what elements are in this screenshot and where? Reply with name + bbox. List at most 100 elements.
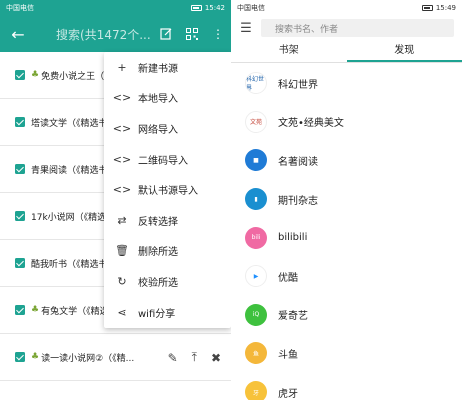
battery-icon [421,5,433,11]
source-name: 爱奇艺 [278,311,308,323]
arrow-back-icon[interactable]: ← [0,25,36,44]
clover-icon: ♣ [31,70,40,80]
source-item[interactable]: ▮ 期刊杂志 [231,180,462,219]
checkbox[interactable] [15,305,25,315]
source-name: 虎牙 [278,388,298,400]
tab-bar: 书架 发现 [231,40,462,63]
source-name: 读一读小说网②（《精... [41,353,135,364]
source-name: 科幻世界 [278,79,318,91]
code-icon: <> [112,91,132,105]
discover-screen: 中国电信 15:49 ☰ 搜索书名、作者 书架 发现 科幻世界 科幻世界 文苑 文苑•经… [231,0,462,400]
source-name: 青果阅读（《精选书 [31,165,108,176]
source-name: 免费小说之王（ [41,71,105,82]
source-logo: 文苑 [245,110,267,133]
edit-icon[interactable] [153,16,179,52]
source-name: 塔读文学（《精选书 [31,118,108,129]
source-name: 文苑•经典美文 [278,118,344,130]
source-name: 有兔文学（《精选 [41,306,109,317]
tab-1[interactable]: 发现 [346,40,462,62]
menu-item-label: wifi分享 [138,308,176,320]
status-bar: 中国电信 15:42 [0,0,231,16]
menu-item-label: 二维码导入 [138,155,188,167]
source-name: 期刊杂志 [278,195,318,207]
source-name: 17k小说网（《精选 [31,212,107,223]
checkbox[interactable] [15,70,25,80]
menu-item[interactable]: <> 本地导入 [104,83,231,114]
menu-item[interactable]: <> 二维码导入 [104,144,231,175]
more-vert-icon[interactable]: ⋮ [205,16,231,52]
carrier-label: 中国电信 [6,4,34,12]
carrier-label: 中国电信 [237,4,265,12]
share-icon: ⋖ [117,305,127,319]
source-name: 斗鱼 [278,349,298,361]
list-item[interactable]: ♣ 读一读小说网②（《精... ✎ ⤒ ✖ [0,334,231,381]
verify-icon: ↻ [117,274,127,288]
source-item[interactable]: 牙虎牙 [231,373,462,400]
swap-icon: ⇄ [117,213,127,227]
menu-item[interactable]: 🗑 删除所选 [104,236,231,267]
source-logo: ■ [245,149,267,172]
menu-item-label: 删除所选 [138,247,178,259]
tab-0[interactable]: 书架 [231,40,347,62]
delete-icon[interactable]: ✖ [211,351,221,365]
checkbox[interactable] [15,352,25,362]
source-list: 科幻世界 科幻世界 文苑 文苑•经典美文 ■ 名著阅读 ▮ 期刊杂志 bili bilibili ▶… [231,64,462,400]
menu-icon[interactable]: ☰ [231,21,261,36]
checkbox[interactable] [15,164,25,174]
menu-item-label: 新建书源 [138,63,178,75]
menu-item[interactable]: <> 默认书源导入 [104,174,231,205]
menu-item-label: 默认书源导入 [138,186,198,198]
plus-icon: + [117,60,127,74]
battery-icon [190,5,202,11]
source-item[interactable]: 科幻世界 科幻世界 [231,64,462,103]
search-input[interactable]: 搜索书名、作者 [261,19,454,37]
clock: 15:49 [435,4,456,12]
source-item[interactable]: ▶ 优酷 [231,257,462,296]
status-bar: 中国电信 15:49 [231,0,462,16]
source-logo: bili [245,226,267,249]
toolbar: ← 搜索(共1472个... ⋮ [0,16,231,52]
code-icon: <> [112,183,132,197]
menu-item-label: 网络导入 [138,124,178,136]
source-logo: 牙 [245,381,267,400]
code-icon: <> [112,152,132,166]
source-name: 名著阅读 [278,156,318,168]
source-logo: iQ [245,303,267,326]
to-top-icon[interactable]: ⤒ [192,350,197,365]
source-logo: ▶ [245,265,267,288]
edit-icon[interactable]: ✎ [168,351,178,365]
menu-item[interactable]: ↻ 校验所选 [104,266,231,297]
clover-icon: ♣ [31,352,40,362]
source-item[interactable]: iQ 爱奇艺 [231,296,462,335]
source-logo: 科幻世界 [245,72,267,95]
source-name: 优酷 [278,272,298,284]
source-item[interactable]: bili bilibili [231,218,462,257]
qr-scan-icon[interactable] [179,16,205,52]
source-logo: 鱼 [245,342,267,365]
overflow-menu: + 新建书源 <> 本地导入 <> 网络导入 <> 二维码导入 <> 默认书源导入 ⇄ 反转选择 🗑 删除… [104,52,231,328]
source-name: bilibili [278,232,308,244]
menu-item[interactable]: ⋖ wifi分享 [104,297,231,328]
source-manager-screen: 中国电信 15:42 ← 搜索(共1472个... ⋮ ♣ 免费小说之王（ 塔读文学… [0,0,231,400]
menu-item-label: 本地导入 [138,94,178,106]
source-item[interactable]: ■ 名著阅读 [231,141,462,180]
menu-item-label: 校验所选 [138,277,178,289]
checkbox[interactable] [15,258,25,268]
toolbar: ☰ 搜索书名、作者 [231,16,462,40]
checkbox[interactable] [15,211,25,221]
source-name: 酷我听书（《精选书 [31,259,108,270]
source-item[interactable]: 鱼斗鱼 [231,334,462,373]
menu-item[interactable]: + 新建书源 [104,52,231,83]
clock: 15:42 [204,4,225,12]
checkbox[interactable] [15,117,25,127]
menu-item-label: 反转选择 [138,216,178,228]
source-item[interactable]: 文苑 文苑•经典美文 [231,103,462,142]
source-logo: ▮ [245,188,267,211]
screenshot-root: 中国电信 15:42 ← 搜索(共1472个... ⋮ ♣ 免费小说之王（ 塔读文学… [0,0,462,400]
trash-icon: 🗑 [115,244,129,258]
clover-icon: ♣ [31,305,40,315]
code-icon: <> [112,121,132,135]
search-input[interactable]: 搜索(共1472个... [36,26,153,43]
menu-item[interactable]: ⇄ 反转选择 [104,205,231,236]
menu-item[interactable]: <> 网络导入 [104,113,231,144]
